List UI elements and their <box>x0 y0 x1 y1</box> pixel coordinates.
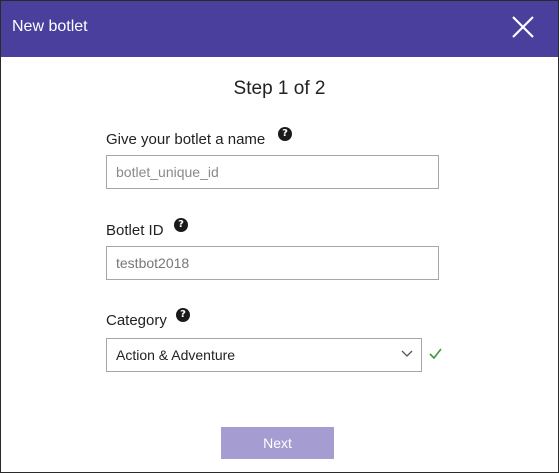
checkmark-icon <box>429 348 442 359</box>
question-icon[interactable]: ? <box>174 218 188 232</box>
dialog-header: New botlet <box>1 1 558 57</box>
close-icon <box>512 16 534 38</box>
new-botlet-dialog: New botlet Step 1 of 2 Give your botlet … <box>0 0 559 473</box>
step-indicator: Step 1 of 2 <box>233 78 326 99</box>
chevron-down-icon <box>401 350 413 357</box>
category-label: Category <box>106 312 167 329</box>
next-button[interactable]: Next <box>221 427 334 459</box>
botlet-id-input[interactable] <box>106 246 439 280</box>
dialog-title: New botlet <box>12 18 88 35</box>
botlet-name-input[interactable] <box>106 155 439 189</box>
category-select[interactable]: Action & Adventure <box>106 338 422 372</box>
botlet-name-label: Give your botlet a name <box>106 131 266 148</box>
botlet-id-label: Botlet ID <box>106 222 164 239</box>
question-icon[interactable]: ? <box>278 127 292 141</box>
category-selected-value: Action & Adventure <box>116 347 236 363</box>
close-button[interactable] <box>511 15 535 39</box>
question-icon[interactable]: ? <box>176 308 190 322</box>
